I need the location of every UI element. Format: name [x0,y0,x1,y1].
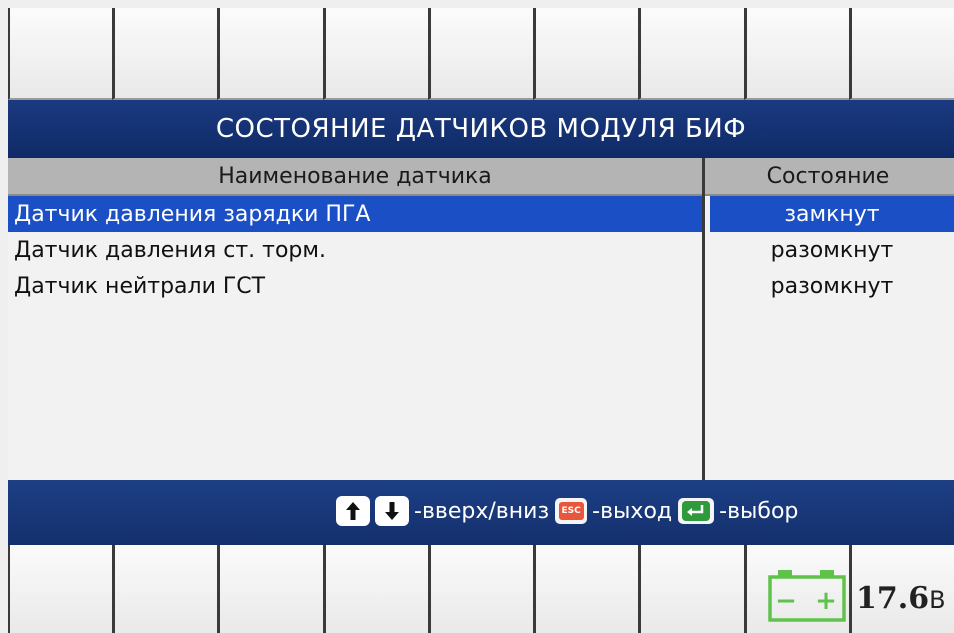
sensor-name: Датчик нейтрали ГСТ [14,273,266,299]
key-hint-bar: -вверх/вниз ESC -выход -выбор [8,480,954,545]
softkey-top-9[interactable] [848,8,954,100]
softkey-top-1[interactable] [8,8,113,100]
table-row[interactable]: Датчик давления ст. торм. разомкнут [8,232,954,268]
column-header-state: Состояние [766,163,890,189]
battery-minus: − [775,586,797,616]
sensor-table: Наименование датчика Состояние Датчик да… [8,158,954,480]
sensor-name: Датчик давления зарядки ПГА [8,196,704,232]
top-softkeys [8,8,954,100]
softkey-bottom-2[interactable] [112,545,218,633]
sensor-state: разомкнут [770,237,894,263]
sensor-state: замкнут [710,196,954,232]
softkey-bottom-5[interactable] [427,545,534,633]
table-rows: Датчик давления зарядки ПГА замкнут Датч… [8,196,954,304]
key-hints: -вверх/вниз ESC -выход -выбор [336,496,804,526]
battery-plus: + [815,586,837,616]
softkey-top-5[interactable] [427,8,534,100]
column-header-name: Наименование датчика [218,163,492,189]
softkey-top-8[interactable] [743,8,849,100]
arrow-down-icon [375,496,409,526]
voltage-value: 17.6 [856,581,930,616]
hint-updown: -вверх/вниз [414,498,550,524]
softkey-top-4[interactable] [322,8,428,100]
arrow-up-icon [336,496,370,526]
voltage-unit: В [929,586,946,614]
table-header: Наименование датчика Состояние [8,158,954,196]
softkey-top-3[interactable] [217,8,323,100]
page-title-bar: СОСТОЯНИЕ ДАТЧИКОВ МОДУЛЯ БИФ [8,100,954,158]
page-title: СОСТОЯНИЕ ДАТЧИКОВ МОДУЛЯ БИФ [215,114,747,144]
softkey-bottom-4[interactable] [322,545,428,633]
softkey-top-2[interactable] [112,8,218,100]
sensor-state: разомкнут [770,273,894,299]
battery-voltage: 17.6В [856,581,946,616]
hint-exit: -выход [592,498,673,524]
battery-icon: − + [768,570,846,622]
enter-key-icon [678,498,715,524]
table-row[interactable]: Датчик нейтрали ГСТ разомкнут [8,268,954,304]
hint-select: -выбор [719,498,799,524]
softkey-bottom-7[interactable] [638,545,744,633]
esc-key-label: ESC [558,502,584,520]
softkey-bottom-1[interactable] [8,545,113,633]
esc-key-icon: ESC [555,498,588,524]
softkey-top-6[interactable] [533,8,639,100]
table-row[interactable]: Датчик давления зарядки ПГА замкнут [8,196,954,232]
column-divider [702,158,705,480]
battery-status: − + 17.6В [768,570,946,622]
sensor-status-screen: СОСТОЯНИЕ ДАТЧИКОВ МОДУЛЯ БИФ Наименован… [0,0,954,633]
sensor-name: Датчик давления ст. торм. [14,237,326,263]
softkey-top-7[interactable] [638,8,744,100]
softkey-bottom-6[interactable] [533,545,639,633]
softkey-bottom-3[interactable] [217,545,323,633]
